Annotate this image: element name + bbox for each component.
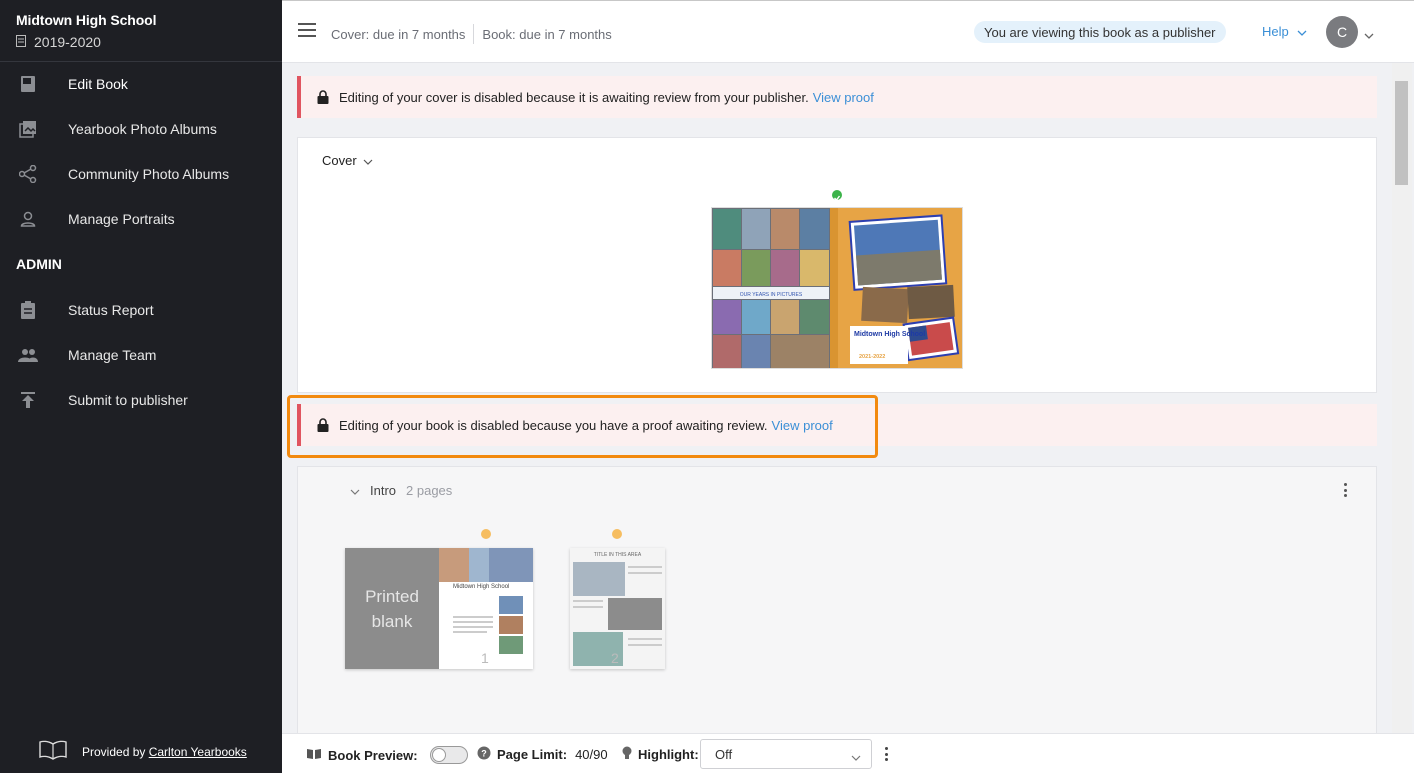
provided-by: Provided by Carlton Yearbooks [38, 740, 247, 763]
page-1-thumbnail: Midtown High School 1 [439, 548, 533, 669]
book-due: Book: due in 7 months [482, 26, 612, 42]
page-limit-label: Page Limit: [497, 747, 568, 762]
cover-locked-alert: Editing of your cover is disabled becaus… [297, 76, 1377, 118]
admin-heading: ADMIN [16, 256, 62, 272]
chevron-down-icon [851, 749, 861, 764]
page-limit: ? Page Limit: 40/90 [477, 746, 608, 763]
school-name: Midtown High School [16, 12, 157, 28]
photo-album-icon [18, 119, 38, 139]
avatar[interactable]: C [1326, 16, 1358, 48]
team-icon [18, 345, 38, 365]
sidebar: Midtown High School 2019-2020 Edit Book … [0, 0, 282, 773]
chevron-down-icon [350, 483, 360, 498]
more-options-icon[interactable] [885, 747, 889, 761]
printed-blank-label: Printed blank [365, 586, 419, 631]
page-number: 1 [481, 650, 489, 666]
page-number: 2 [611, 650, 619, 666]
book-icon [18, 74, 38, 94]
lock-icon [317, 90, 329, 104]
sidebar-item-label: Submit to publisher [68, 391, 188, 408]
chevron-down-icon [363, 153, 373, 168]
highlight-select[interactable]: Off [700, 739, 872, 769]
highlight-frame [287, 395, 878, 458]
cover-artwork: OUR YEARS IN PICTURES Midtown High Schoo… [712, 208, 962, 368]
sidebar-item-manage-team[interactable]: Manage Team [0, 332, 282, 377]
sidebar-item-label: Yearbook Photo Albums [68, 120, 217, 137]
page-limit-value: 40/90 [575, 747, 608, 762]
share-icon [18, 164, 38, 184]
bottom-toolbar: Book Preview: ? Page Limit: 40/90 Highli… [282, 733, 1414, 773]
page-2-title: TITLE IN THIS AREA [593, 552, 642, 558]
svg-text:?: ? [481, 749, 487, 759]
cover-due: Cover: due in 7 months [331, 26, 466, 42]
sidebar-item-label: Manage Team [68, 346, 157, 363]
sidebar-item-manage-portraits[interactable]: Manage Portraits [0, 196, 282, 241]
cover-year: 2021-2022 [859, 354, 885, 360]
cover-dropdown[interactable]: Cover [322, 153, 373, 168]
school-year[interactable]: 2019-2020 [16, 34, 266, 50]
help-circle-icon[interactable]: ? [477, 746, 491, 763]
sidebar-item-community-photo-albums[interactable]: Community Photo Albums [0, 151, 282, 196]
approved-status-dot [832, 190, 842, 202]
sidebar-item-label: Manage Portraits [68, 210, 175, 227]
deadlines: Cover: due in 7 months Book: due in 7 mo… [331, 24, 612, 44]
printed-blank-page: Printed blank [345, 548, 439, 669]
more-options-icon[interactable] [1344, 483, 1348, 497]
page-1-title: Midtown High School [453, 584, 510, 590]
chevron-down-icon [1297, 24, 1307, 39]
pending-status-dot [481, 529, 491, 539]
highlight-value: Off [715, 746, 733, 762]
calendar-icon [16, 34, 26, 50]
cover-title: Midtown High School [854, 331, 925, 338]
intro-page-count: 2 pages [406, 483, 453, 498]
book-preview-control: Book Preview: [306, 746, 468, 764]
intro-label: Intro [370, 483, 397, 498]
intro-header[interactable]: Intro 2 pages [350, 483, 452, 498]
sidebar-item-submit-to-publisher[interactable]: Submit to publisher [0, 377, 282, 422]
main-content: Cover: due in 7 months Book: due in 7 mo… [282, 0, 1414, 773]
sidebar-item-label: Community Photo Albums [68, 165, 230, 182]
school-year-label: 2019-2020 [34, 34, 101, 50]
sidebar-item-yearbook-photo-albums[interactable]: Yearbook Photo Albums [0, 106, 282, 151]
school-header: Midtown High School 2019-2020 [0, 0, 282, 62]
book-preview-toggle[interactable] [429, 746, 468, 764]
cover-alert-text: Editing of your cover is disabled becaus… [339, 89, 809, 105]
sidebar-item-status-report[interactable]: Status Report [0, 287, 282, 332]
sidebar-item-edit-book[interactable]: Edit Book [0, 61, 282, 106]
page-2-thumbnail[interactable]: TITLE IN THIS AREA 2 [570, 548, 665, 669]
help-menu[interactable]: Help [1262, 24, 1307, 39]
cover-caption: OUR YEARS IN PICTURES [740, 292, 803, 298]
menu-icon[interactable] [298, 23, 316, 37]
provided-by-prefix: Provided by [82, 744, 146, 759]
person-icon [18, 209, 38, 229]
publisher-view-badge: You are viewing this book as a publisher [974, 21, 1226, 43]
chevron-down-icon[interactable] [1364, 26, 1374, 44]
upload-icon [18, 390, 38, 410]
open-book-icon [38, 740, 68, 763]
sidebar-item-label: Edit Book [68, 75, 128, 92]
cover-card: Cover OUR YEARS IN PICTURES Midtown High… [297, 137, 1377, 393]
help-label: Help [1262, 24, 1289, 39]
provider-link[interactable]: Carlton Yearbooks [149, 745, 247, 759]
pending-status-dot [612, 529, 622, 539]
page-spread-1[interactable]: Printed blank Midtown High School 1 [345, 548, 533, 669]
highlight-label: Highlight: [638, 747, 699, 762]
book-preview-icon [306, 748, 322, 763]
top-bar: Cover: due in 7 months Book: due in 7 mo… [282, 1, 1414, 63]
scrollbar-thumb[interactable] [1395, 81, 1408, 185]
cover-thumbnail[interactable]: OUR YEARS IN PICTURES Midtown High Schoo… [711, 207, 963, 369]
cover-view-proof-link[interactable]: View proof [813, 90, 874, 105]
sidebar-item-label: Status Report [68, 301, 154, 318]
lightbulb-icon [622, 746, 632, 763]
book-preview-label: Book Preview: [328, 747, 418, 763]
cover-label: Cover [322, 153, 357, 168]
clipboard-icon [18, 300, 38, 320]
highlight-control: Highlight: [622, 746, 699, 763]
intro-section: Intro 2 pages Printed blank Midtown High… [297, 466, 1377, 734]
